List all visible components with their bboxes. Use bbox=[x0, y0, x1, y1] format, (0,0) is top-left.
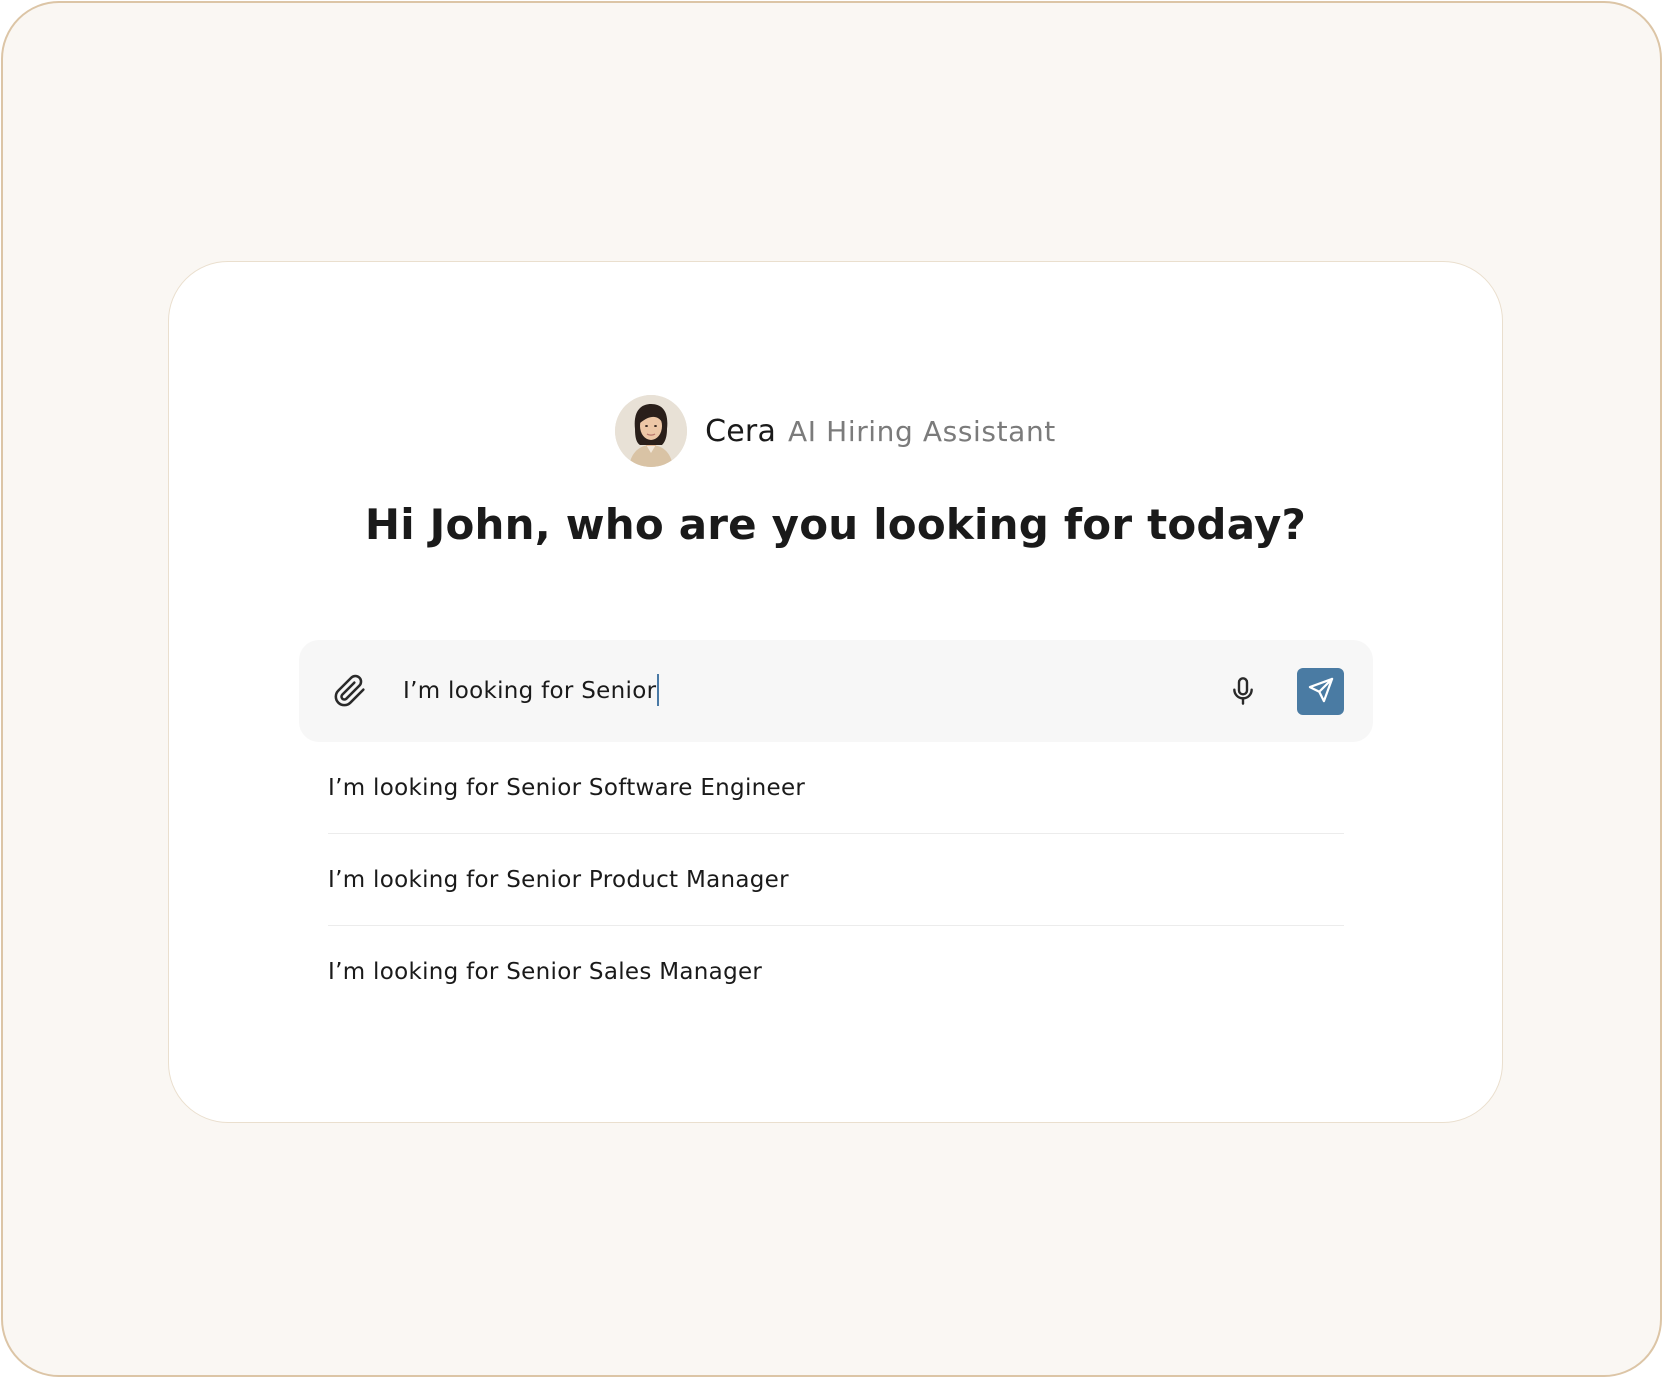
avatar bbox=[615, 395, 688, 467]
page-title: Hi John, who are you looking for today? bbox=[364, 500, 1307, 549]
assistant-name: Cera bbox=[705, 413, 777, 449]
microphone-icon[interactable] bbox=[1227, 674, 1259, 708]
avatar-portrait bbox=[615, 395, 688, 467]
suggestion-item[interactable]: I’m looking for Senior Software Engineer bbox=[328, 742, 1344, 834]
assistant-header: Cera AI Hiring Assistant bbox=[169, 395, 1502, 467]
suggestion-item[interactable]: I’m looking for Senior Sales Manager bbox=[328, 926, 1344, 1018]
assistant-card: Cera AI Hiring Assistant Hi John, who ar… bbox=[168, 261, 1503, 1123]
app-frame: Cera AI Hiring Assistant Hi John, who ar… bbox=[1, 1, 1662, 1377]
suggestion-list: I’m looking for Senior Software Engineer… bbox=[328, 742, 1344, 1018]
suggestion-item[interactable]: I’m looking for Senior Product Manager bbox=[328, 834, 1344, 926]
send-button[interactable] bbox=[1297, 668, 1344, 715]
text-caret bbox=[657, 673, 660, 706]
chat-input[interactable]: I’m looking for Senior bbox=[403, 640, 660, 742]
paperclip-icon[interactable] bbox=[333, 674, 367, 708]
send-icon bbox=[1307, 676, 1335, 708]
chat-input-value: I’m looking for Senior bbox=[403, 678, 657, 704]
assistant-role: AI Hiring Assistant bbox=[788, 414, 1056, 448]
chat-input-bar: I’m looking for Senior bbox=[299, 640, 1373, 742]
